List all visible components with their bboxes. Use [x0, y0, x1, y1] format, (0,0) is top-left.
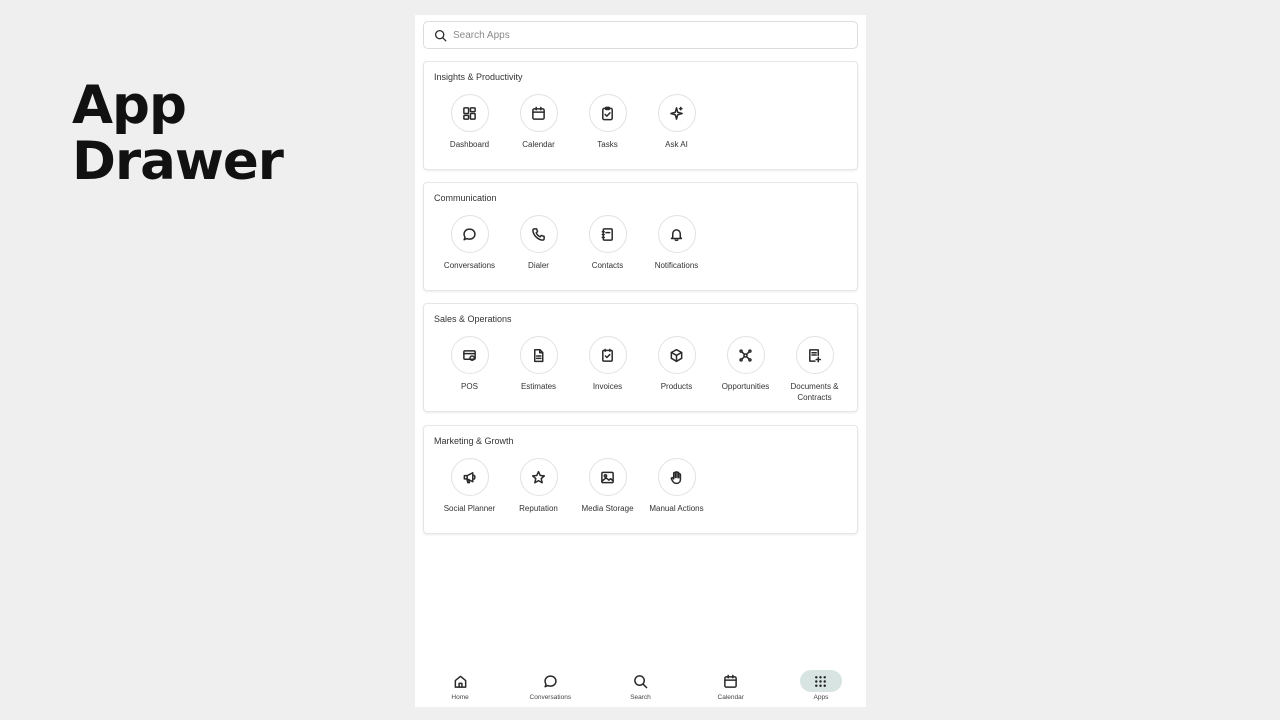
app-estimates[interactable]: Estimates — [504, 336, 573, 403]
app-label: Documents & Contracts — [790, 382, 839, 402]
app-label: Social Planner — [443, 504, 496, 513]
star-icon[interactable] — [519, 458, 558, 496]
app-label: POS — [461, 382, 478, 391]
heading-line-1: App — [72, 75, 187, 136]
chat-bubble-icon[interactable] — [450, 215, 489, 253]
app-label: Opportunities — [721, 382, 770, 391]
grid-icon — [799, 670, 842, 692]
app-calendar[interactable]: Calendar — [504, 94, 573, 150]
page-heading: App Drawer — [72, 75, 284, 192]
app-tasks[interactable]: Tasks — [573, 94, 642, 150]
app-dashboard[interactable]: Dashboard — [435, 94, 504, 150]
calendar-icon — [710, 670, 752, 692]
search-icon — [620, 670, 662, 692]
pos-icon[interactable] — [450, 336, 489, 374]
app-label: Invoices — [592, 382, 623, 391]
app-drawer-screen: Insights & Productivity Dashboard Calendar… — [415, 15, 866, 707]
app-ask-ai[interactable]: Ask AI — [642, 94, 711, 150]
app-conversations[interactable]: Conversations — [435, 215, 504, 271]
app-invoices[interactable]: Invoices — [573, 336, 642, 403]
chat-bubble-icon — [529, 670, 571, 692]
bell-icon[interactable] — [657, 215, 696, 253]
nav-item-search[interactable]: Search — [595, 663, 685, 707]
app-social-planner[interactable]: Social Planner — [435, 458, 504, 514]
app-dialer[interactable]: Dialer — [504, 215, 573, 271]
app-manual-actions[interactable]: Manual Actions — [642, 458, 711, 514]
app-grid: Dashboard Calendar Tasks Ask AI — [435, 94, 711, 150]
app-label: Reputation — [519, 504, 558, 513]
app-label: Media Storage — [581, 504, 634, 513]
app-documents-and-contracts[interactable]: Documents & Contracts — [780, 336, 849, 403]
nav-label: Home — [451, 694, 469, 701]
invoice-icon[interactable] — [588, 336, 627, 374]
search-icon — [434, 29, 447, 41]
megaphone-icon[interactable] — [450, 458, 489, 496]
heading-line-2: Drawer — [72, 131, 284, 192]
nav-item-conversations[interactable]: Conversations — [505, 663, 595, 707]
contacts-icon[interactable] — [588, 215, 627, 253]
hand-icon[interactable] — [657, 458, 696, 496]
phone-icon[interactable] — [519, 215, 558, 253]
app-grid: Conversations Dialer Contacts Notifications — [435, 215, 711, 271]
tasks-icon[interactable] — [588, 94, 627, 132]
app-label: Estimates — [520, 382, 557, 391]
app-pos[interactable]: POS — [435, 336, 504, 403]
app-products[interactable]: Products — [642, 336, 711, 403]
image-icon[interactable] — [588, 458, 627, 496]
nav-label: Search — [630, 694, 651, 701]
app-label: Dialer — [528, 261, 549, 270]
app-reputation[interactable]: Reputation — [504, 458, 573, 514]
nav-label: Conversations — [529, 694, 572, 701]
section-title: Insights & Productivity — [434, 72, 523, 82]
app-label: Conversations — [443, 261, 496, 270]
documents-icon[interactable] — [795, 336, 834, 374]
app-label: Products — [660, 382, 693, 391]
nav-label: Calendar — [717, 694, 744, 701]
section-sales-and-operations: Sales & Operations POS Estimates Invoices Pr… — [423, 303, 858, 412]
nav-item-home[interactable]: Home — [415, 663, 505, 707]
search-input[interactable] — [453, 29, 833, 41]
nav-item-calendar[interactable]: Calendar — [686, 663, 776, 707]
app-notifications[interactable]: Notifications — [642, 215, 711, 271]
dashboard-icon[interactable] — [450, 94, 489, 132]
section-title: Marketing & Growth — [434, 436, 514, 446]
app-label: Dashboard — [449, 140, 490, 149]
section-title: Communication — [434, 193, 497, 203]
nav-item-apps[interactable]: Apps — [776, 663, 866, 707]
home-icon — [439, 670, 481, 692]
app-label: Contacts — [591, 261, 624, 270]
app-grid: POS Estimates Invoices Products Opportunitie… — [435, 336, 849, 403]
sparkles-icon[interactable] — [657, 94, 696, 132]
app-label: Calendar — [522, 140, 555, 149]
section-marketing-and-growth: Marketing & Growth Social Planner Reputati… — [423, 425, 858, 534]
app-opportunities[interactable]: Opportunities — [711, 336, 780, 403]
bottom-navigation: Home Conversations Search Calendar Apps — [415, 663, 866, 707]
app-media-storage[interactable]: Media Storage — [573, 458, 642, 514]
app-grid: Social Planner Reputation Media Storage Man… — [435, 458, 711, 514]
calendar-icon[interactable] — [519, 94, 558, 132]
nav-label: Apps — [813, 694, 829, 701]
app-contacts[interactable]: Contacts — [573, 215, 642, 271]
search-bar[interactable] — [423, 21, 858, 49]
section-title: Sales & Operations — [434, 314, 512, 324]
document-icon[interactable] — [519, 336, 558, 374]
section-communication: Communication Conversations Dialer Contacts… — [423, 182, 858, 291]
opportunities-icon[interactable] — [726, 336, 765, 374]
app-label: Manual Actions — [649, 504, 704, 513]
app-label: Notifications — [654, 261, 699, 270]
app-label: Tasks — [597, 140, 618, 149]
box-icon[interactable] — [657, 336, 696, 374]
section-insights-and-productivity: Insights & Productivity Dashboard Calendar… — [423, 61, 858, 170]
app-label: Ask AI — [665, 140, 688, 149]
